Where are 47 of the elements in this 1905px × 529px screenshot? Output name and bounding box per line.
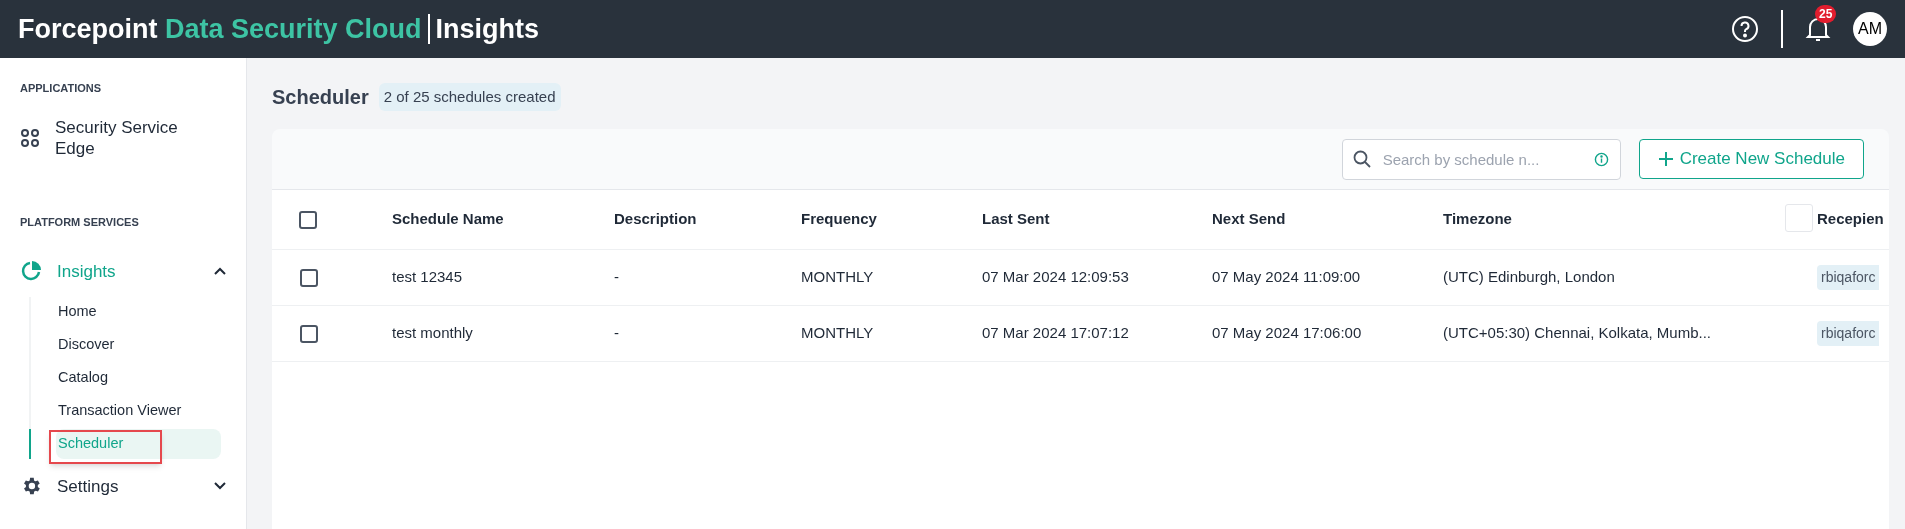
recipient-tag: rbiqaforc: [1817, 321, 1880, 346]
recipient-tag: rbiqaforc: [1817, 265, 1880, 290]
submenu-item[interactable]: Transaction Viewer: [56, 396, 221, 426]
checkbox[interactable]: [300, 268, 318, 287]
submenu-item[interactable]: Home: [56, 297, 221, 327]
table-cell-text: MONTHLY: [801, 323, 875, 344]
nav-item[interactable]: Security Service Edge: [0, 114, 246, 161]
count-badge: 2 of 25 schedules created: [378, 82, 561, 112]
section-heading: PLATFORM SERVICES: [19, 214, 140, 230]
column-header: Schedule Name: [392, 209, 504, 230]
column-header: Last Sent: [982, 209, 1050, 230]
plus-icon: [1657, 151, 1674, 167]
table-cell-text: -: [614, 267, 620, 288]
page-title: Scheduler: [272, 85, 369, 110]
table-cell-text: test 12345: [392, 267, 464, 288]
pie-chart-icon: [20, 260, 42, 282]
table-cell-text: 07 Mar 2024 17:07:12: [982, 323, 1130, 344]
table-cell-text: 07 May 2024 17:06:00: [1212, 323, 1363, 344]
help-icon[interactable]: [1731, 15, 1759, 43]
table-cell-text: -: [614, 323, 620, 344]
user-avatar[interactable]: AM: [1853, 12, 1887, 46]
search-field[interactable]: Search by schedule n...: [1341, 138, 1621, 180]
grid-icon: [20, 127, 40, 148]
column-header: Timezone: [1443, 209, 1512, 230]
section-heading: APPLICATIONS: [19, 81, 103, 96]
table-cell-text: (UTC) Edinburgh, London: [1443, 267, 1616, 288]
info-icon[interactable]: [1593, 151, 1609, 167]
nav-item[interactable]: Settings: [0, 463, 246, 509]
app-title: Forcepoint Data Security Cloud: [18, 12, 422, 46]
table-cell-text: 07 May 2024 11:09:00: [1212, 267, 1362, 288]
checkbox[interactable]: [300, 324, 318, 343]
checkbox[interactable]: [299, 210, 317, 229]
search-icon: [1352, 149, 1371, 168]
submenu-item[interactable]: Catalog: [56, 363, 221, 393]
column-header: Next Send: [1212, 209, 1286, 230]
table-cell-text: test monthly: [392, 323, 474, 344]
notification-count: 25: [1815, 5, 1837, 23]
column-header: Description: [614, 209, 697, 230]
table-row[interactable]: test 12345 - MONTHLY 07 Mar 2024 12:09:53 07 May 2024 11:09:00 (UTC) Edinburgh, London rbiqaforc: [272, 250, 1889, 306]
table-cell-text: (UTC+05:30) Chennai, Kolkata, Mumb...: [1443, 323, 1713, 344]
table-row[interactable]: test monthly - MONTHLY 07 Mar 2024 17:07:12 07 May 2024 17:06:00 (UTC+05:30) Chennai, Kolkata, Mumb... rbiqaforc: [272, 306, 1889, 362]
submenu-item[interactable]: Discover: [56, 330, 221, 360]
module-title: Insights: [435, 12, 540, 46]
column-header: Frequency: [801, 209, 877, 230]
table-cell-text: 07 Mar 2024 12:09:53: [982, 267, 1130, 288]
table-cell-text: MONTHLY: [801, 267, 875, 288]
column-header: Recepien: [1817, 209, 1884, 230]
